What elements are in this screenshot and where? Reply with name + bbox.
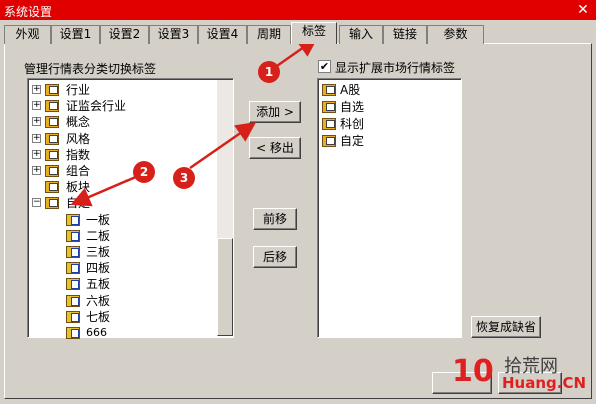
- tree-item-label: 风格: [66, 131, 91, 146]
- watermark-en: Huang.CN: [502, 374, 587, 392]
- category-tree[interactable]: + 行业 + 证监会行业 + 概念 + 风格 + 指数 + 组合板块 − 自定 一板 二板三板四板 五板 六板 七板…: [27, 78, 234, 341]
- subtree-item[interactable]: 二板: [28, 228, 213, 244]
- tree-scroll-thumb[interactable]: [217, 238, 233, 336]
- selected-tag-item[interactable]: A股: [318, 82, 458, 98]
- collapse-icon[interactable]: −: [32, 198, 41, 208]
- tree-item[interactable]: − 自定: [28, 195, 213, 211]
- tab-labels[interactable]: 标签: [291, 22, 337, 44]
- tree-item-label: 证监会行业: [66, 99, 127, 114]
- folder-icon: [322, 135, 336, 147]
- subtree-item[interactable]: 六板: [28, 293, 213, 309]
- tree-item-label: 行业: [66, 83, 91, 97]
- tree-item-label: 组合: [66, 164, 91, 178]
- selected-tag-label: A股: [340, 83, 361, 97]
- expand-icon[interactable]: +: [32, 133, 41, 143]
- folder-icon: [45, 132, 59, 145]
- tab-settings3[interactable]: 设置3: [149, 25, 198, 44]
- tag-icon: [66, 262, 80, 275]
- tag-icon: [66, 294, 80, 307]
- tab-settings2[interactable]: 设置2: [100, 25, 149, 44]
- selected-tag-label: 自定: [340, 134, 365, 148]
- tab-period[interactable]: 周期: [247, 25, 291, 44]
- marker-2: 2: [133, 161, 155, 183]
- tree-item[interactable]: + 行业: [28, 82, 213, 98]
- move-down-button[interactable]: 后移: [253, 246, 297, 268]
- tab-settings1[interactable]: 设置1: [51, 25, 100, 44]
- subtree-item[interactable]: 七板: [28, 309, 213, 325]
- expand-icon[interactable]: +: [32, 149, 41, 159]
- tab-settings4[interactable]: 设置4: [198, 25, 247, 44]
- subtree-item-label: 七板: [86, 309, 111, 324]
- subtree-item-label: 六板: [86, 293, 111, 308]
- tree-item-label: 自定: [66, 196, 91, 211]
- folder-icon: [45, 197, 59, 210]
- expand-icon[interactable]: +: [32, 85, 41, 94]
- tab-input[interactable]: 输入: [339, 25, 383, 44]
- tab-appearance[interactable]: 外观: [4, 25, 51, 44]
- folder-icon: [45, 165, 59, 177]
- expand-icon[interactable]: +: [32, 117, 41, 127]
- marker-1: 1: [258, 61, 280, 83]
- tab-links[interactable]: 链接: [383, 25, 427, 44]
- window-title: 系统设置: [4, 5, 53, 19]
- subtree-item[interactable]: 四板: [28, 260, 213, 276]
- remove-button[interactable]: < 移出: [249, 137, 301, 159]
- show-extended-label: 显示扩展市场行情标签: [335, 61, 456, 75]
- close-icon[interactable]: ✕: [574, 1, 592, 19]
- folder-icon: [45, 181, 59, 194]
- subtree-item[interactable]: 一板: [28, 212, 213, 228]
- tree-item-label: 指数: [66, 147, 91, 162]
- folder-icon: [45, 84, 59, 96]
- tag-icon: [66, 310, 80, 323]
- tree-item[interactable]: + 指数: [28, 147, 213, 163]
- selected-tag-label: 自选: [340, 100, 365, 114]
- move-up-button[interactable]: 前移: [253, 208, 297, 230]
- subtree-item[interactable]: 三板: [28, 244, 213, 260]
- subtree-item-label: 666: [86, 326, 107, 339]
- marker-3: 3: [173, 167, 195, 189]
- subtree-item-label: 二板: [86, 228, 111, 243]
- selected-tag-item[interactable]: 自定: [318, 133, 458, 149]
- restore-default-button[interactable]: 恢复成缺省: [471, 316, 541, 338]
- expand-icon[interactable]: +: [32, 166, 41, 175]
- subtree-item-label: 四板: [86, 261, 111, 276]
- watermark-number: 10: [452, 354, 494, 389]
- add-button[interactable]: 添加 >: [249, 101, 301, 123]
- subtree-item[interactable]: 五板: [28, 276, 213, 292]
- selected-tag-label: 科创: [340, 117, 365, 131]
- selected-tags-list[interactable]: A股自选科创自定: [317, 78, 462, 338]
- watermark-logo: 10 拾荒网 Huang.CN: [452, 350, 592, 398]
- title-bar: 系统设置 ✕: [0, 0, 596, 20]
- folder-icon: [322, 84, 336, 96]
- tag-icon: [66, 213, 80, 226]
- selected-tag-item[interactable]: 科创: [318, 116, 458, 132]
- folder-icon: [322, 118, 336, 130]
- tag-icon: [66, 229, 80, 242]
- show-extended-checkbox[interactable]: ✔: [318, 60, 331, 73]
- folder-icon: [45, 100, 59, 113]
- tree-item-label: 板块: [66, 180, 91, 195]
- selected-tag-item[interactable]: 自选: [318, 99, 458, 115]
- tag-icon: [66, 278, 80, 291]
- left-panel-title: 管理行情表分类切换标签: [24, 62, 157, 76]
- folder-icon: [322, 101, 336, 113]
- tag-icon: [66, 327, 80, 339]
- folder-icon: [45, 116, 59, 129]
- subtree-item-label: 五板: [86, 277, 111, 292]
- subtree-item-label: 一板: [86, 212, 111, 227]
- tag-icon: [66, 246, 80, 258]
- tree-item[interactable]: + 概念: [28, 114, 213, 130]
- tab-params[interactable]: 参数: [427, 25, 484, 44]
- tree-item-label: 概念: [66, 115, 91, 130]
- tree-scrollbar[interactable]: [217, 80, 233, 336]
- folder-icon: [45, 148, 59, 161]
- expand-icon[interactable]: +: [32, 101, 41, 111]
- subtree-item[interactable]: 666: [28, 325, 213, 341]
- tree-item[interactable]: + 风格: [28, 131, 213, 147]
- subtree-item-label: 三板: [86, 245, 111, 259]
- tree-item[interactable]: + 证监会行业: [28, 98, 213, 114]
